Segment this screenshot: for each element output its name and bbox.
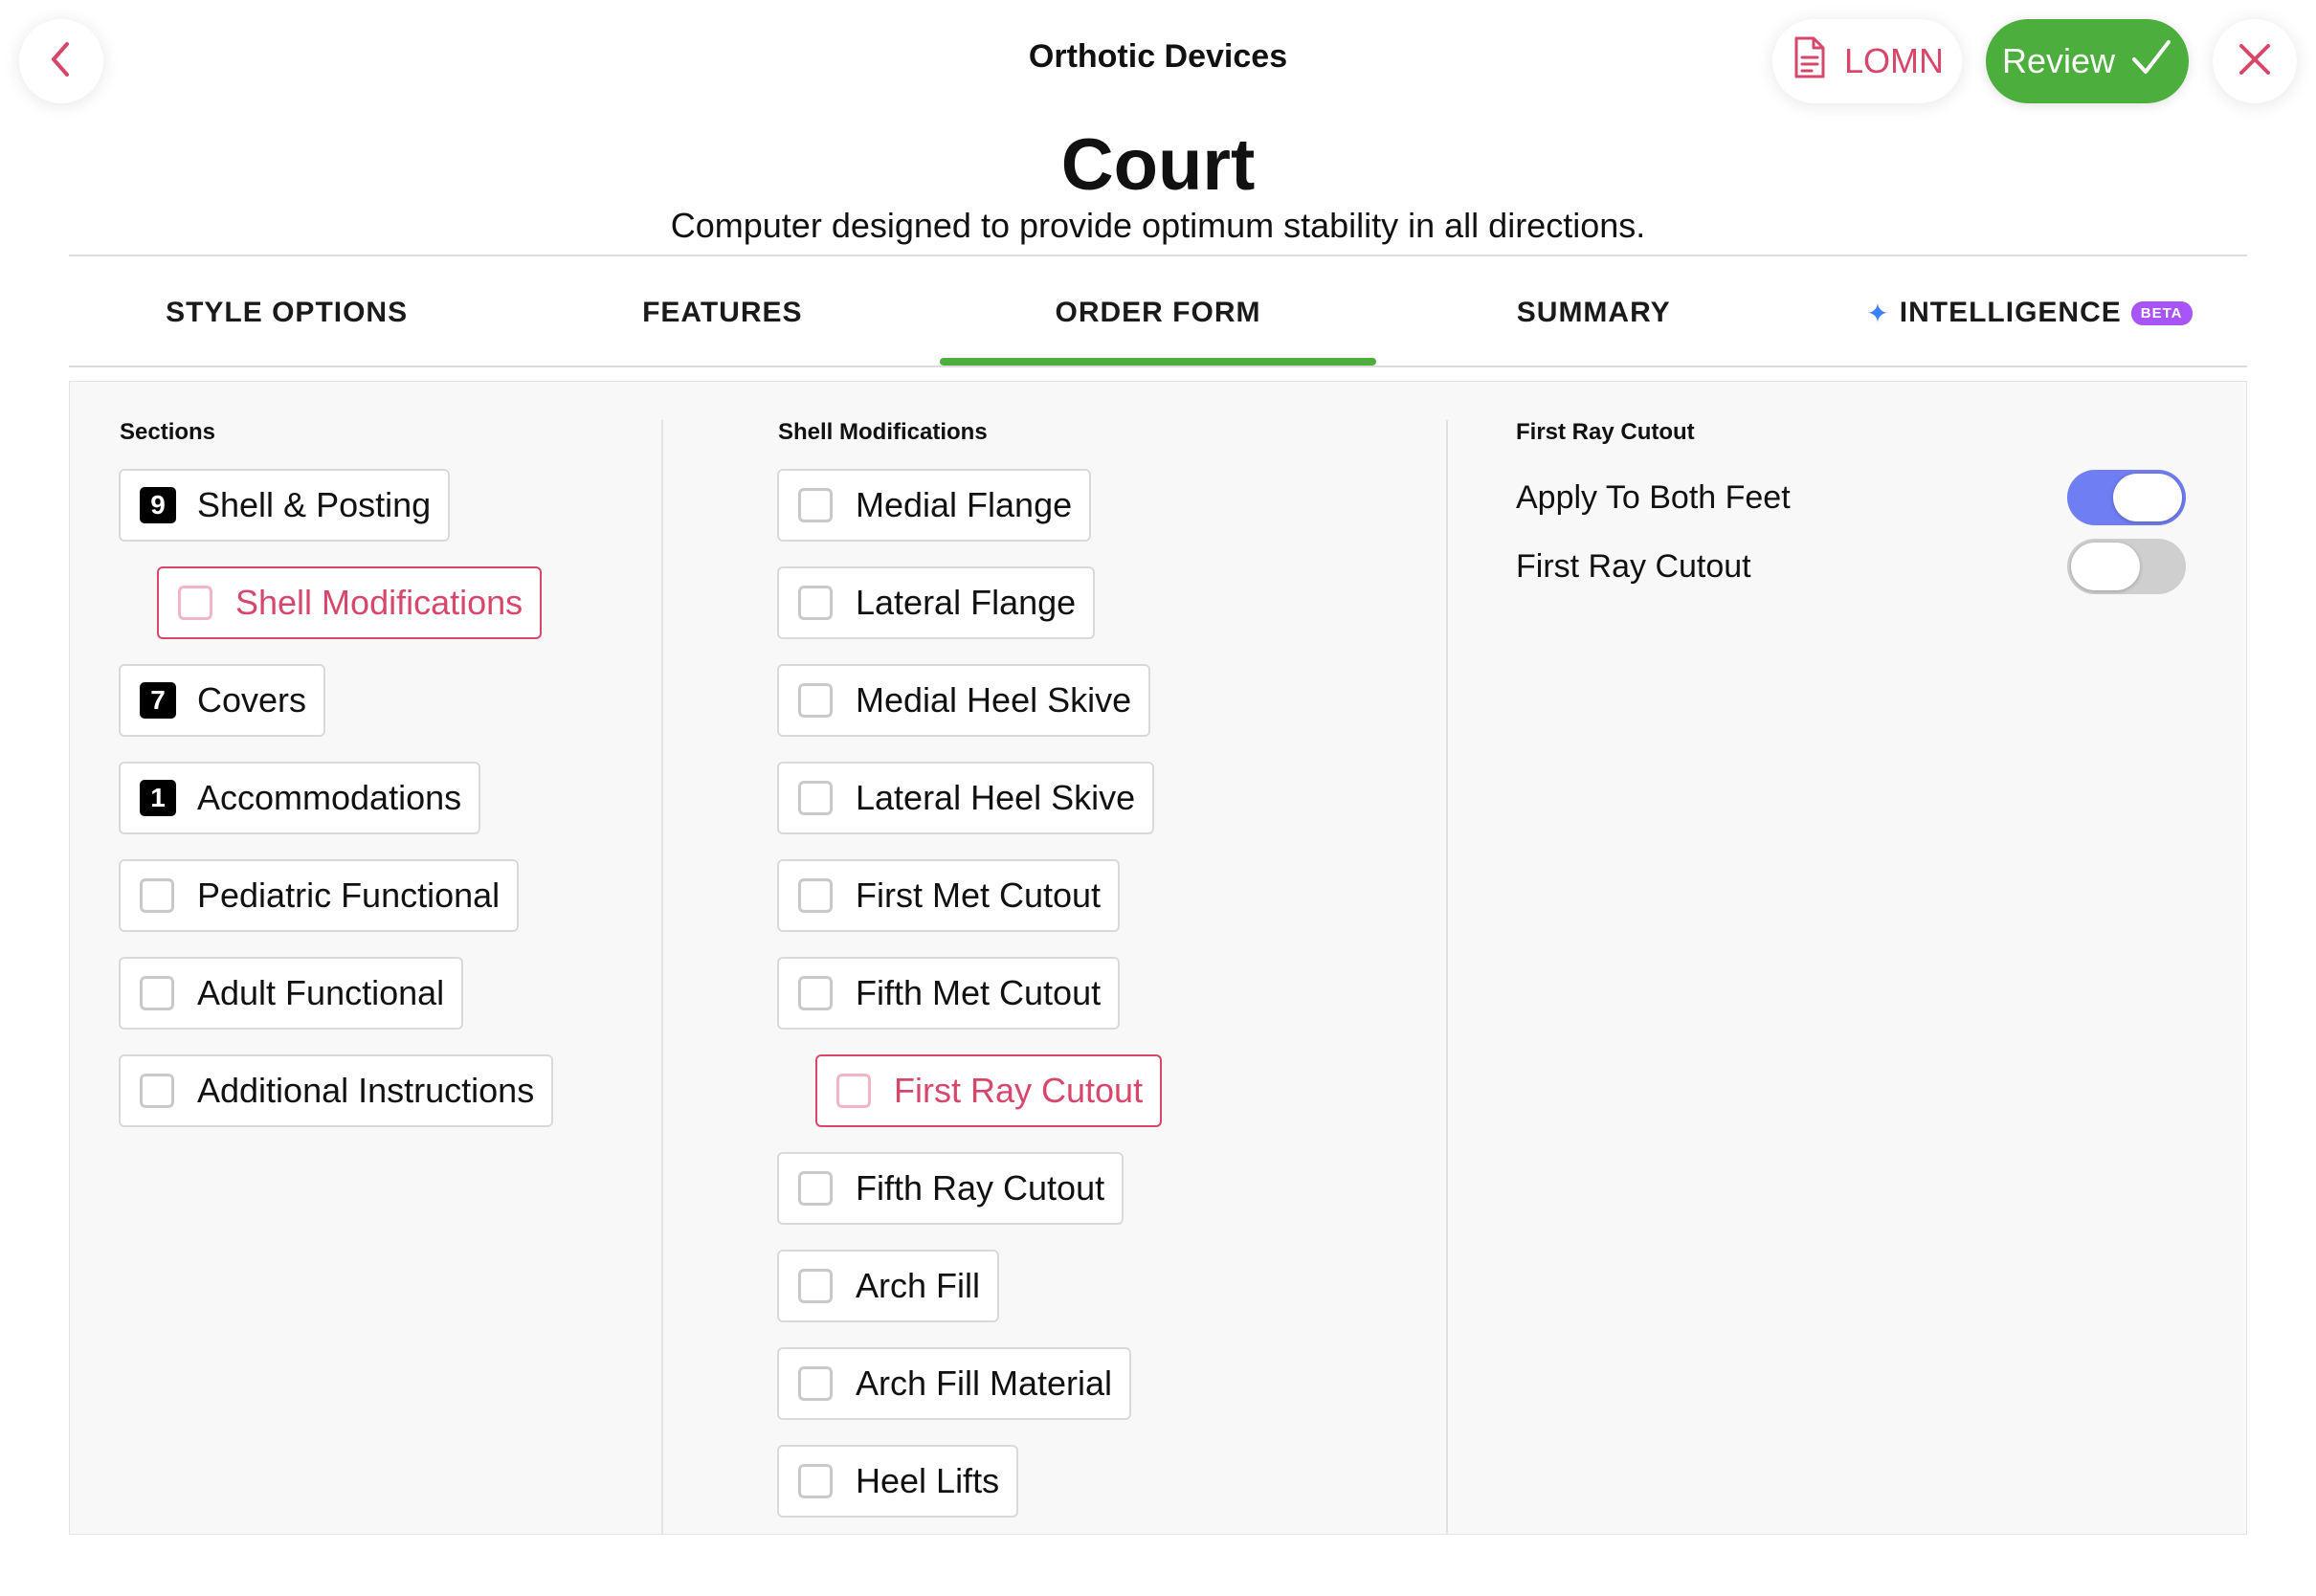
section-adult-functional[interactable]: Adult Functional [119,957,464,1030]
option-fifth-met-cutout[interactable]: Fifth Met Cutout [777,957,1121,1030]
section-shell-modifications[interactable]: Shell Modifications [157,566,543,639]
tab-summary[interactable]: SUMMARY [1376,260,1812,366]
page-title: Court [1060,124,1256,206]
section-label: Covers [197,680,307,720]
checkbox [178,586,212,620]
checkbox [140,976,174,1010]
tab-label: SUMMARY [1516,297,1671,328]
option-label: Lateral Flange [856,583,1077,622]
tab-label: FEATURES [642,297,803,328]
page-description: Computer designed to provide optimum sta… [670,206,1646,245]
section-label: Shell Modifications [235,583,523,622]
tabs-divider [69,366,2247,367]
option-medial-flange[interactable]: Medial Flange [777,469,1092,542]
sections-label: Sections [120,419,216,445]
section-label: Additional Instructions [197,1071,535,1110]
checkbox [798,976,833,1010]
section-label: Pediatric Functional [197,876,501,915]
option-heel-lifts[interactable]: Heel Lifts [777,1445,1019,1518]
checkmark-icon [2130,38,2172,85]
checkbox [836,1074,871,1108]
lomn-button[interactable]: LOMN [1772,19,1962,103]
tab-label: ORDER FORM [1055,297,1261,328]
tab-bar: STYLE OPTIONS FEATURES ORDER FORM SUMMAR… [69,260,2247,366]
tab-features[interactable]: FEATURES [504,260,940,366]
count-badge: 9 [140,487,176,523]
option-label: Lateral Heel Skive [856,778,1136,817]
close-button[interactable] [2213,19,2297,103]
checkbox [798,1464,833,1498]
option-label: Arch Fill [856,1266,981,1305]
section-label: Shell & Posting [197,485,432,524]
beta-badge: BETA [2130,300,2193,325]
option-label: First Ray Cutout [894,1071,1144,1110]
option-label: Medial Heel Skive [856,680,1132,720]
header-divider [69,255,2247,256]
apply-both-feet-toggle[interactable] [2067,470,2186,525]
review-label: Review [2001,41,2116,80]
shell-modifications-label: Shell Modifications [778,419,988,445]
section-pediatric-functional[interactable]: Pediatric Functional [119,859,520,932]
column-divider [1446,420,1448,1534]
section-shell-posting[interactable]: 9 Shell & Posting [119,469,451,542]
tab-style-options[interactable]: STYLE OPTIONS [69,260,504,366]
count-badge: 1 [140,780,176,816]
section-accommodations[interactable]: 1 Accommodations [119,762,481,834]
tab-label: STYLE OPTIONS [166,297,409,328]
option-fifth-ray-cutout[interactable]: Fifth Ray Cutout [777,1152,1125,1225]
lomn-label: LOMN [1843,41,1944,80]
checkbox [798,781,833,815]
checkbox [798,586,833,620]
checkbox [140,1074,174,1108]
first-ray-cutout-toggle[interactable] [2067,539,2186,594]
tab-order-form[interactable]: ORDER FORM [940,260,1376,366]
tab-label: INTELLIGENCE [1899,297,2122,328]
checkbox [798,1269,833,1303]
setting-label: First Ray Cutout [1516,547,1751,585]
first-ray-cutout-label: First Ray Cutout [1516,419,1695,445]
option-lateral-flange[interactable]: Lateral Flange [777,566,1096,639]
option-label: Arch Fill Material [856,1363,1113,1403]
option-label: Fifth Ray Cutout [856,1168,1105,1208]
option-lateral-heel-skive[interactable]: Lateral Heel Skive [777,762,1155,834]
checkbox [140,878,174,913]
section-label: Accommodations [197,778,462,817]
toggle-knob [2113,474,2182,521]
option-label: Heel Lifts [856,1461,1000,1500]
review-button[interactable]: Review [1986,19,2189,103]
checkbox [798,878,833,913]
checkbox [798,488,833,522]
option-label: Medial Flange [856,485,1073,524]
toggle-knob [2071,543,2140,590]
column-divider [661,420,663,1534]
checkbox [798,1366,833,1401]
option-first-ray-cutout[interactable]: First Ray Cutout [815,1054,1163,1127]
section-additional-instructions[interactable]: Additional Instructions [119,1054,554,1127]
checkbox [798,1171,833,1206]
document-icon [1791,34,1829,89]
option-label: Fifth Met Cutout [856,973,1102,1012]
close-icon [2236,40,2274,83]
checkbox [798,683,833,718]
option-arch-fill[interactable]: Arch Fill [777,1250,1000,1322]
section-label: Adult Functional [197,973,445,1012]
count-badge: 7 [140,682,176,719]
option-label: First Met Cutout [856,876,1102,915]
option-medial-heel-skive[interactable]: Medial Heel Skive [777,664,1151,737]
option-arch-fill-material[interactable]: Arch Fill Material [777,1347,1132,1420]
section-covers[interactable]: 7 Covers [119,664,326,737]
sparkle-icon: ✦ [1866,298,1890,328]
setting-label: Apply To Both Feet [1516,478,1791,516]
option-first-met-cutout[interactable]: First Met Cutout [777,859,1121,932]
top-bar: Orthotic Devices LOMN Review [0,0,2316,124]
window-title: Orthotic Devices [1028,38,1288,75]
tab-intelligence[interactable]: ✦ INTELLIGENCE BETA [1812,260,2247,366]
